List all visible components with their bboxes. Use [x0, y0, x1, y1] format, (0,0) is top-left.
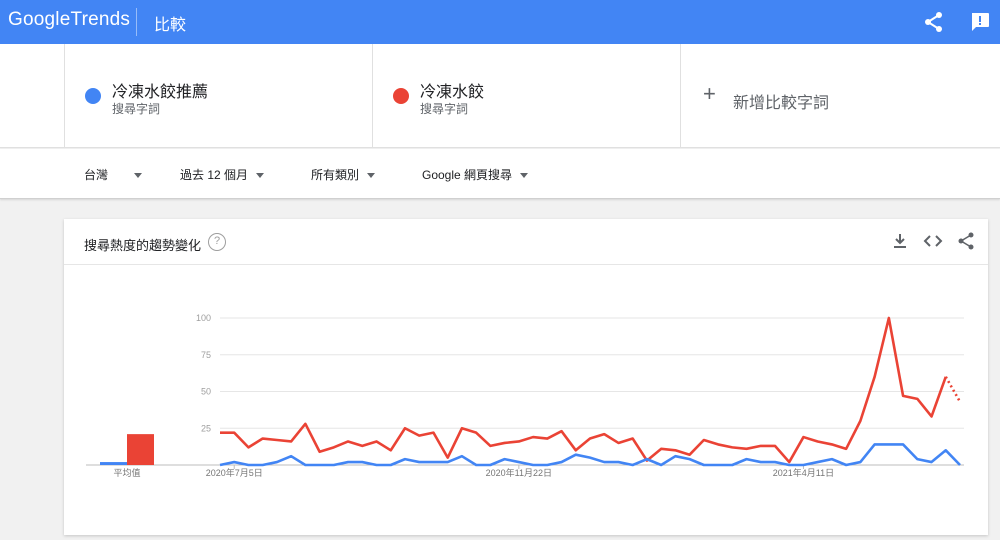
series-line — [220, 316, 947, 464]
interest-line-chart: 100 75 50 25 平均值 2020年7月5日 2020年11月22日 2021年4月1… — [86, 313, 964, 478]
share-icon[interactable] — [922, 10, 946, 34]
google-trends-logo[interactable]: GoogleTrends — [8, 9, 130, 31]
category-dropdown[interactable]: 所有類別 — [311, 166, 376, 183]
add-comparison-button[interactable]: + 新增比較字詞 — [680, 44, 1000, 148]
y-tick-label: 100 — [196, 313, 211, 323]
search-term-2[interactable]: 冷凍水餃 搜尋字詞 — [372, 44, 680, 148]
search-term-name: 冷凍水餃推薦 — [112, 84, 209, 101]
top-app-bar: GoogleTrends 比較 — [0, 0, 1000, 44]
search-term-1[interactable]: 冷凍水餃推薦 搜尋字詞 — [64, 44, 372, 148]
header-divider — [136, 8, 137, 36]
x-tick-label: 2021年4月11日 — [773, 467, 834, 478]
feedback-icon[interactable] — [968, 10, 992, 34]
time-range-value: 過去 12 個月 — [180, 168, 249, 182]
x-tick-label: 2020年7月5日 — [206, 467, 263, 478]
search-type-value: Google 網頁搜尋 — [422, 168, 513, 182]
term-color-dot-red — [393, 88, 409, 104]
dropdown-caret-icon — [256, 173, 265, 179]
average-bar — [100, 462, 127, 465]
dropdown-caret-icon — [367, 173, 376, 179]
search-term-type: 搜尋字詞 — [112, 102, 161, 116]
x-tick-label: 2020年11月22日 — [486, 467, 552, 478]
plus-icon: + — [703, 81, 716, 106]
y-tick-label: 50 — [201, 387, 211, 397]
dropdown-caret-icon — [520, 173, 529, 179]
dropdown-caret-icon — [134, 173, 143, 179]
logo-google-text: Google — [8, 9, 71, 30]
search-term-type: 搜尋字詞 — [420, 102, 469, 116]
time-range-dropdown[interactable]: 過去 12 個月 — [180, 166, 265, 183]
add-comparison-label: 新增比較字詞 — [733, 95, 830, 112]
average-label: 平均值 — [113, 467, 140, 478]
y-tick-label: 25 — [201, 423, 211, 433]
average-bar — [127, 434, 154, 465]
region-value: 台灣 — [84, 168, 109, 182]
category-value: 所有類別 — [311, 168, 360, 182]
interest-over-time-card: 搜尋熱度的趨勢變化 ? 100 75 50 25 平均值 2020年7月5日 2020年11… — [64, 219, 988, 535]
term-color-dot-blue — [85, 88, 101, 104]
filter-bar: 台灣 過去 12 個月 所有類別 Google 網頁搜尋 — [0, 149, 1000, 199]
search-type-dropdown[interactable]: Google 網頁搜尋 — [422, 166, 529, 183]
compare-terms-bar: 冷凍水餃推薦 搜尋字詞 冷凍水餃 搜尋字詞 + 新增比較字詞 — [0, 44, 1000, 148]
search-term-name: 冷凍水餃 — [420, 84, 485, 101]
series-line-partial — [944, 376, 962, 403]
page-title: 比較 — [154, 17, 187, 34]
y-tick-label: 75 — [201, 350, 211, 360]
logo-trends-text: Trends — [70, 9, 131, 30]
region-dropdown[interactable]: 台灣 — [84, 166, 143, 183]
